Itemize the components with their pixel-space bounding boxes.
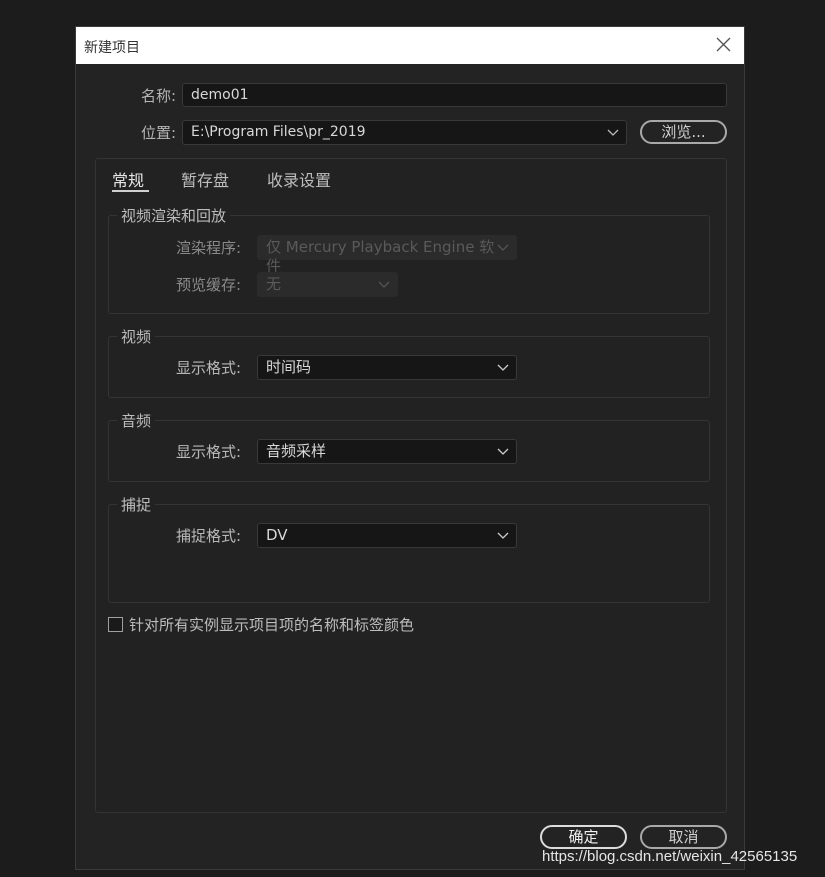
tab-scratch-disks[interactable]: 暂存盘 xyxy=(181,167,229,191)
video-group: 视频 显示格式: 时间码 xyxy=(108,326,710,398)
render-playback-group: 视频渲染和回放 渲染程序: 仅 Mercury Playback Engine … xyxy=(108,205,710,314)
location-select[interactable]: E:\Program Files\pr_2019 xyxy=(182,120,627,145)
capture-group-title: 捕捉 xyxy=(117,494,156,515)
preview-cache-select: 无 xyxy=(257,272,398,297)
name-label: 名称: xyxy=(140,87,176,105)
ok-button[interactable]: 确定 xyxy=(540,825,627,849)
audio-format-value: 音频采样 xyxy=(266,442,327,460)
show-names-colors-checkbox[interactable] xyxy=(108,617,123,632)
preview-cache-label: 预览缓存: xyxy=(176,276,242,294)
capture-format-select[interactable]: DV xyxy=(257,523,517,548)
cancel-button[interactable]: 取消 xyxy=(640,825,727,849)
capture-group: 捕捉 捕捉格式: DV xyxy=(108,494,710,603)
tab-general[interactable]: 常规 xyxy=(112,167,144,191)
chevron-down-icon xyxy=(496,238,510,257)
chevron-down-icon xyxy=(496,358,510,377)
video-format-value: 时间码 xyxy=(266,358,312,376)
show-names-colors-label: 针对所有实例显示项目项的名称和标签颜色 xyxy=(129,616,415,634)
renderer-select-value: 仅 Mercury Playback Engine 软件 xyxy=(266,238,495,275)
video-format-select[interactable]: 时间码 xyxy=(257,355,517,380)
title-bar: 新建项目 xyxy=(76,27,744,64)
chevron-down-icon xyxy=(606,123,620,142)
dialog-title: 新建项目 xyxy=(84,40,140,56)
audio-group: 音频 显示格式: 音频采样 xyxy=(108,410,710,482)
renderer-select: 仅 Mercury Playback Engine 软件 xyxy=(257,235,517,275)
settings-panel: 常规 暂存盘 收录设置 视频渲染和回放 渲染程序: 仅 Mercury Play… xyxy=(95,158,727,813)
audio-format-label: 显示格式: xyxy=(176,443,242,461)
close-icon[interactable] xyxy=(710,33,736,57)
video-format-label: 显示格式: xyxy=(176,359,242,377)
location-select-value: E:\Program Files\pr_2019 xyxy=(191,124,366,140)
chevron-down-icon xyxy=(496,442,510,461)
render-group-title: 视频渲染和回放 xyxy=(117,205,231,226)
capture-format-label: 捕捉格式: xyxy=(176,527,242,545)
name-input[interactable]: demo01 xyxy=(182,83,727,107)
audio-group-title: 音频 xyxy=(117,410,156,431)
tab-ingest-settings[interactable]: 收录设置 xyxy=(267,167,331,191)
capture-format-value: DV xyxy=(266,526,288,544)
renderer-label: 渲染程序: xyxy=(176,239,242,257)
browse-button[interactable]: 浏览... xyxy=(640,120,727,144)
video-group-title: 视频 xyxy=(117,326,156,347)
chevron-down-icon xyxy=(496,526,510,545)
name-input-value: demo01 xyxy=(191,87,249,103)
preview-cache-select-value: 无 xyxy=(266,275,282,293)
new-project-dialog: 新建项目 名称: demo01 位置: E:\Program Files\pr_… xyxy=(75,26,745,870)
chevron-down-icon xyxy=(377,275,391,294)
active-tab-indicator xyxy=(112,190,149,192)
audio-format-select[interactable]: 音频采样 xyxy=(257,439,517,464)
watermark-text: https://blog.csdn.net/weixin_42565135 xyxy=(542,848,798,865)
location-label: 位置: xyxy=(140,124,176,142)
